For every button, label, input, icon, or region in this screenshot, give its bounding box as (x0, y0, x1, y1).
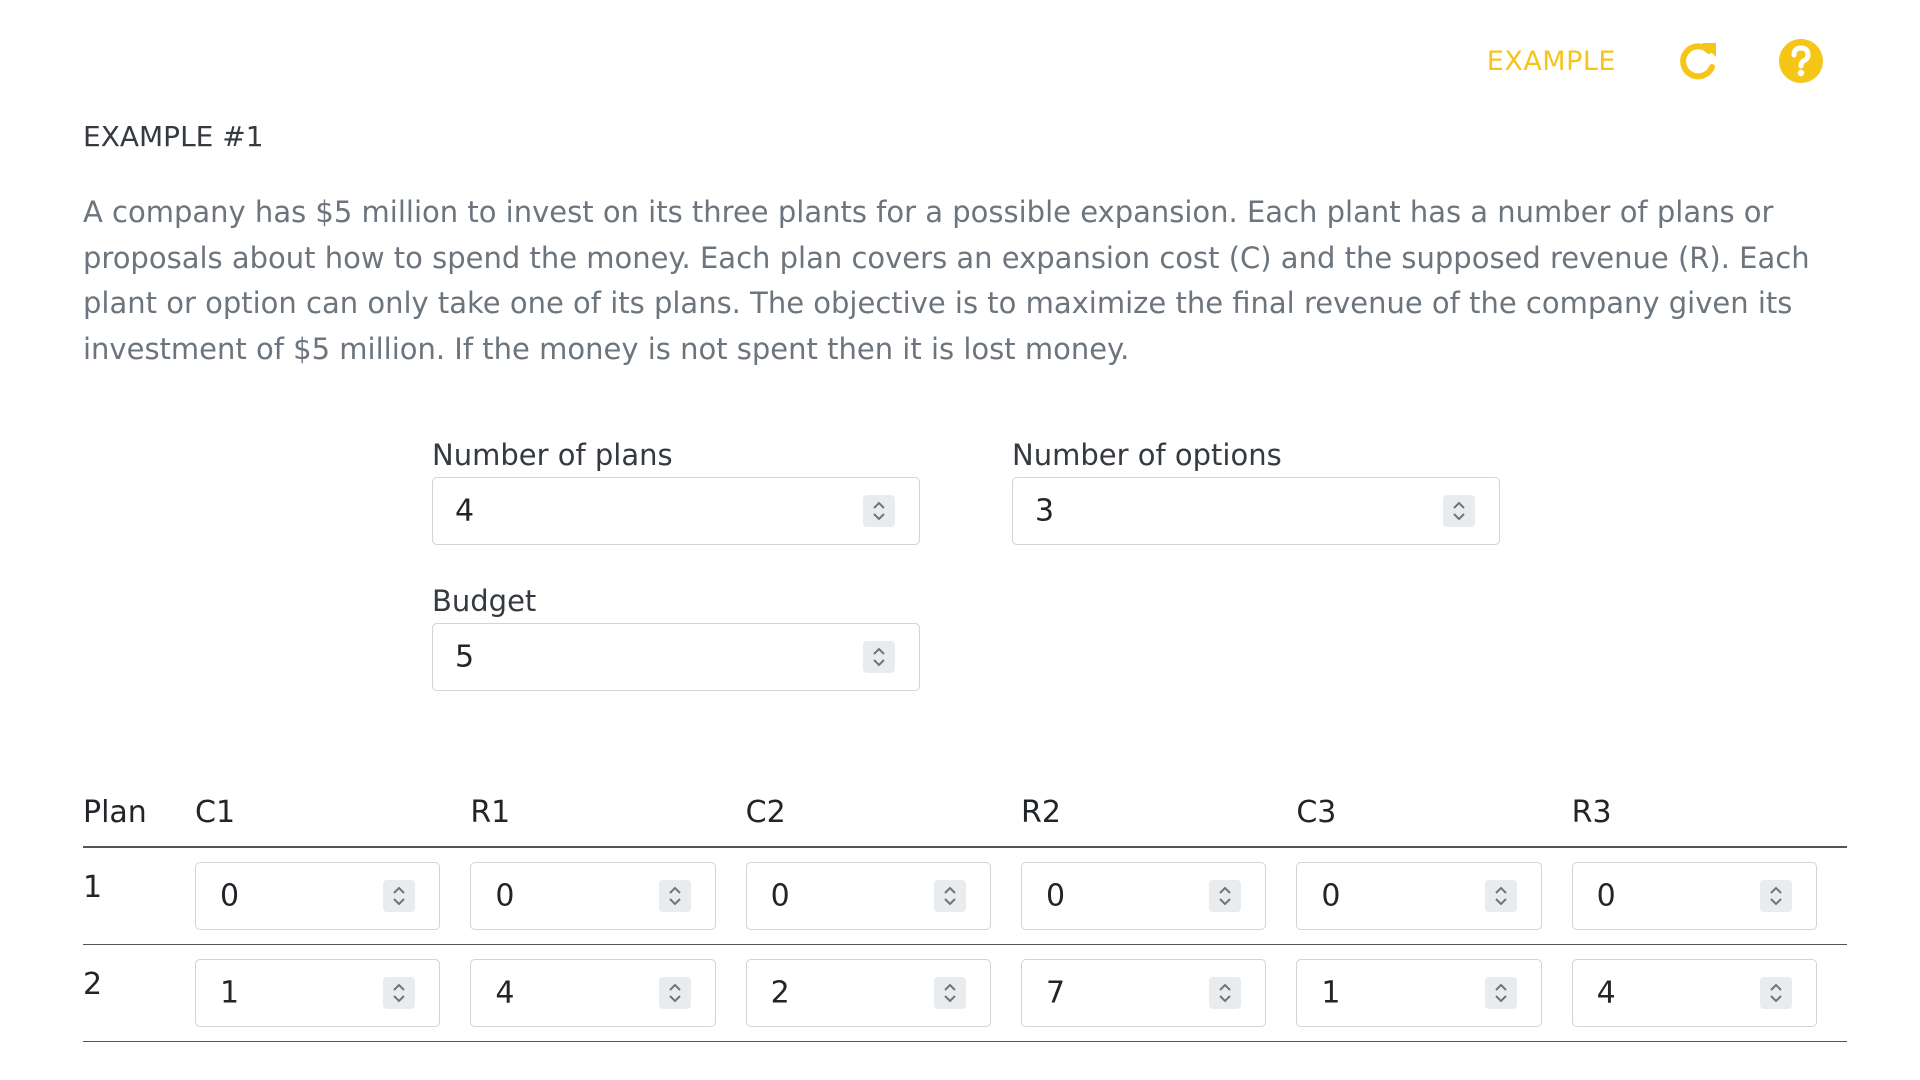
c3-input[interactable]: 0 (1296, 862, 1542, 930)
r3-input[interactable]: 0 (1571, 862, 1817, 930)
spinner-icon[interactable] (1209, 880, 1242, 912)
c1-value: 1 (220, 975, 240, 1011)
table-cell: 2 (745, 944, 1021, 1042)
r2-input[interactable]: 7 (1020, 959, 1267, 1027)
table-cell: 0 (1296, 847, 1572, 945)
header-c1: C1 (195, 795, 471, 848)
budget-value: 5 (455, 639, 475, 675)
header-r3: R3 (1571, 795, 1847, 848)
table-cell: 1 (195, 944, 471, 1042)
plans-field: Number of plans 4 (432, 438, 920, 545)
options-field: Number of options 3 (1012, 438, 1500, 545)
budget-input[interactable]: 5 (432, 623, 920, 691)
options-label: Number of options (1012, 438, 1282, 472)
options-value: 3 (1035, 493, 1055, 529)
table-cell: 0 (1571, 847, 1847, 945)
table-row: 1000000 (83, 847, 1847, 945)
r2-value: 7 (1045, 975, 1066, 1011)
r1-value: 0 (495, 878, 515, 914)
header-r2: R2 (1020, 795, 1297, 848)
spinner-icon[interactable] (933, 880, 966, 912)
c1-input[interactable]: 0 (195, 862, 441, 930)
header-r1: R1 (470, 795, 746, 848)
plan-number: 2 (83, 944, 195, 1042)
plan-number: 1 (83, 847, 195, 945)
example-link[interactable]: EXAMPLE (1487, 46, 1616, 77)
plans-input[interactable]: 4 (432, 477, 920, 545)
c2-value: 2 (770, 975, 790, 1011)
question-circle-icon[interactable] (1778, 38, 1824, 84)
plans-spinner[interactable] (863, 495, 895, 527)
c3-value: 0 (1321, 878, 1341, 914)
options-spinner[interactable] (1443, 495, 1475, 527)
c2-input[interactable]: 0 (745, 862, 991, 930)
r3-value: 0 (1596, 878, 1616, 914)
table-cell: 0 (1020, 847, 1297, 945)
page-title: EXAMPLE #1 (83, 120, 264, 153)
r2-value: 0 (1045, 878, 1066, 914)
budget-field: Budget 5 (432, 584, 920, 691)
spinner-icon[interactable] (383, 880, 416, 912)
r1-value: 4 (495, 975, 515, 1011)
redo-icon[interactable] (1676, 39, 1720, 83)
table-cell: 7 (1020, 944, 1297, 1042)
c3-value: 1 (1321, 975, 1341, 1011)
problem-description: A company has $5 million to invest on it… (83, 195, 1810, 366)
budget-label: Budget (432, 584, 537, 618)
r1-input[interactable]: 4 (470, 959, 716, 1027)
table-cell: 4 (1571, 944, 1847, 1042)
header-c2: C2 (745, 795, 1021, 848)
header-plan: Plan (83, 795, 195, 848)
c2-input[interactable]: 2 (745, 959, 991, 1027)
plans-label: Number of plans (432, 438, 673, 472)
table-header-row: Plan C1 R1 C2 R2 C3 R3 (83, 795, 1847, 848)
spinner-icon[interactable] (1760, 880, 1792, 912)
r2-input[interactable]: 0 (1020, 862, 1267, 930)
table-cell: 4 (470, 944, 746, 1042)
budget-spinner[interactable] (863, 641, 895, 673)
spinner-icon[interactable] (383, 977, 416, 1009)
page: EXAMPLE EXAMPLE #1 A company has $5 mill… (0, 0, 1920, 1080)
c1-value: 0 (220, 878, 240, 914)
c3-input[interactable]: 1 (1296, 959, 1542, 1027)
top-toolbar: EXAMPLE (1487, 38, 1824, 84)
table-row: 2142714 (83, 944, 1847, 1042)
plans-table: Plan C1 R1 C2 R2 C3 R3 10000002142714 (83, 795, 1847, 1042)
r3-input[interactable]: 4 (1571, 959, 1817, 1027)
options-input[interactable]: 3 (1012, 477, 1500, 545)
table-cell: 0 (470, 847, 746, 945)
spinner-icon[interactable] (658, 880, 691, 912)
r1-input[interactable]: 0 (470, 862, 716, 930)
plans-value: 4 (455, 493, 475, 529)
spinner-icon[interactable] (1484, 880, 1517, 912)
header-c3: C3 (1296, 795, 1572, 848)
table-cell: 0 (745, 847, 1021, 945)
table-cell: 1 (1296, 944, 1572, 1042)
c2-value: 0 (770, 878, 790, 914)
spinner-icon[interactable] (658, 977, 691, 1009)
c1-input[interactable]: 1 (195, 959, 441, 1027)
spinner-icon[interactable] (1484, 977, 1517, 1009)
spinner-icon[interactable] (933, 977, 966, 1009)
r3-value: 4 (1596, 975, 1616, 1011)
table-cell: 0 (195, 847, 471, 945)
spinner-icon[interactable] (1760, 977, 1792, 1009)
spinner-icon[interactable] (1209, 977, 1242, 1009)
